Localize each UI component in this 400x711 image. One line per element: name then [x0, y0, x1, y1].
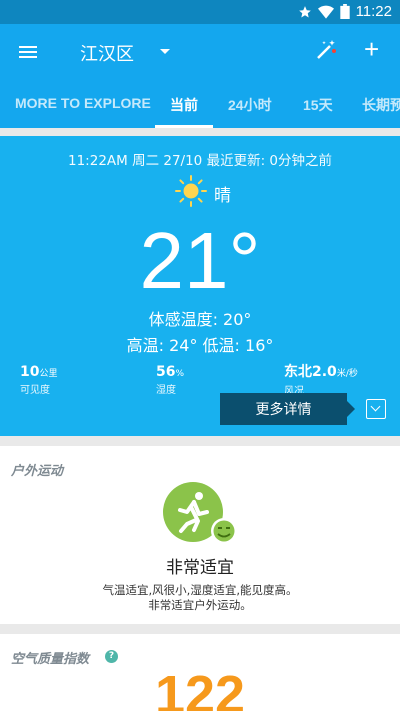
aqi-value: 122 — [154, 665, 246, 711]
wifi-icon — [317, 5, 334, 19]
activity-description-line: 非常适宜户外运动。 — [148, 598, 252, 612]
app-bar: 江汉区 + — [0, 24, 400, 80]
activity-description: 气温适宜,风很小,湿度适宜,能见度高。 非常适宜户外运动。 — [0, 583, 400, 613]
tab-more-to-explore[interactable]: MORE TO EXPLORE — [15, 95, 151, 111]
high-low-temperature: 高温: 24° 低温: 16° — [126, 336, 274, 355]
menu-button[interactable] — [16, 40, 40, 64]
stat-value: 东北2.0 — [284, 364, 337, 380]
outdoor-activity-card: 户外运动 非常适宜 气温适宜,风很小,湿度适宜,能见度高。 非常适宜户外运动。 — [0, 446, 400, 624]
menu-icon-line — [19, 51, 37, 53]
sun-icon — [175, 175, 207, 207]
tab-24-hours[interactable]: 24小时 — [228, 95, 272, 115]
tab-long-term[interactable]: 长期预 — [362, 95, 400, 115]
chevron-down-icon[interactable] — [160, 49, 170, 54]
city-selector[interactable]: 江汉区 — [80, 40, 134, 66]
tab-15-days[interactable]: 15天 — [303, 95, 333, 115]
stat-humidity: 56% 湿度 — [156, 361, 184, 396]
stat-unit: 公里 — [39, 369, 58, 379]
stat-unit: % — [175, 369, 185, 379]
magic-wand-icon[interactable] — [314, 38, 338, 62]
stat-wind: 东北2.0米/秒 风况 — [284, 361, 358, 397]
card-title: 户外运动 — [11, 464, 64, 479]
tab-bar: MORE TO EXPLORE 当前 24小时 15天 长期预 — [0, 80, 400, 128]
running-icon — [163, 482, 237, 544]
tab-current[interactable]: 当前 — [170, 95, 198, 115]
activity-description-line: 气温适宜,风很小,湿度适宜,能见度高。 — [102, 583, 298, 597]
activity-level: 非常适宜 — [166, 558, 234, 578]
expand-icon[interactable] — [366, 399, 386, 419]
stat-label: 湿度 — [156, 385, 176, 396]
current-temperature: 21° — [139, 216, 261, 305]
tab-indicator — [155, 125, 213, 128]
stat-visibility: 10公里 可见度 — [20, 361, 58, 396]
feels-like: 体感温度: 20° — [148, 310, 252, 329]
star-icon — [298, 5, 311, 17]
menu-icon-line — [19, 46, 37, 48]
current-weather-panel: 11:22AM 周二 27/10 最近更新: 0分钟之前 晴 21° 体感温度:… — [0, 136, 400, 436]
last-updated: 11:22AM 周二 27/10 最近更新: 0分钟之前 — [68, 153, 332, 169]
battery-icon — [339, 4, 350, 19]
status-bar: 11:22 — [0, 0, 400, 24]
menu-icon-line — [19, 56, 37, 58]
more-details-button[interactable]: 更多详情 — [220, 393, 355, 425]
stat-label: 可见度 — [20, 385, 50, 396]
status-time: 11:22 — [355, 3, 392, 20]
stat-unit: 米/秒 — [336, 369, 358, 379]
stat-value: 56 — [156, 364, 176, 380]
stat-value: 10 — [20, 364, 40, 380]
add-location-button[interactable]: + — [364, 34, 379, 65]
status-icons: 11:22 — [298, 3, 392, 20]
air-quality-card: 空气质量指数 ? 122 — [0, 634, 400, 711]
help-icon[interactable]: ? — [105, 650, 118, 663]
weather-condition: 晴 — [214, 186, 231, 206]
